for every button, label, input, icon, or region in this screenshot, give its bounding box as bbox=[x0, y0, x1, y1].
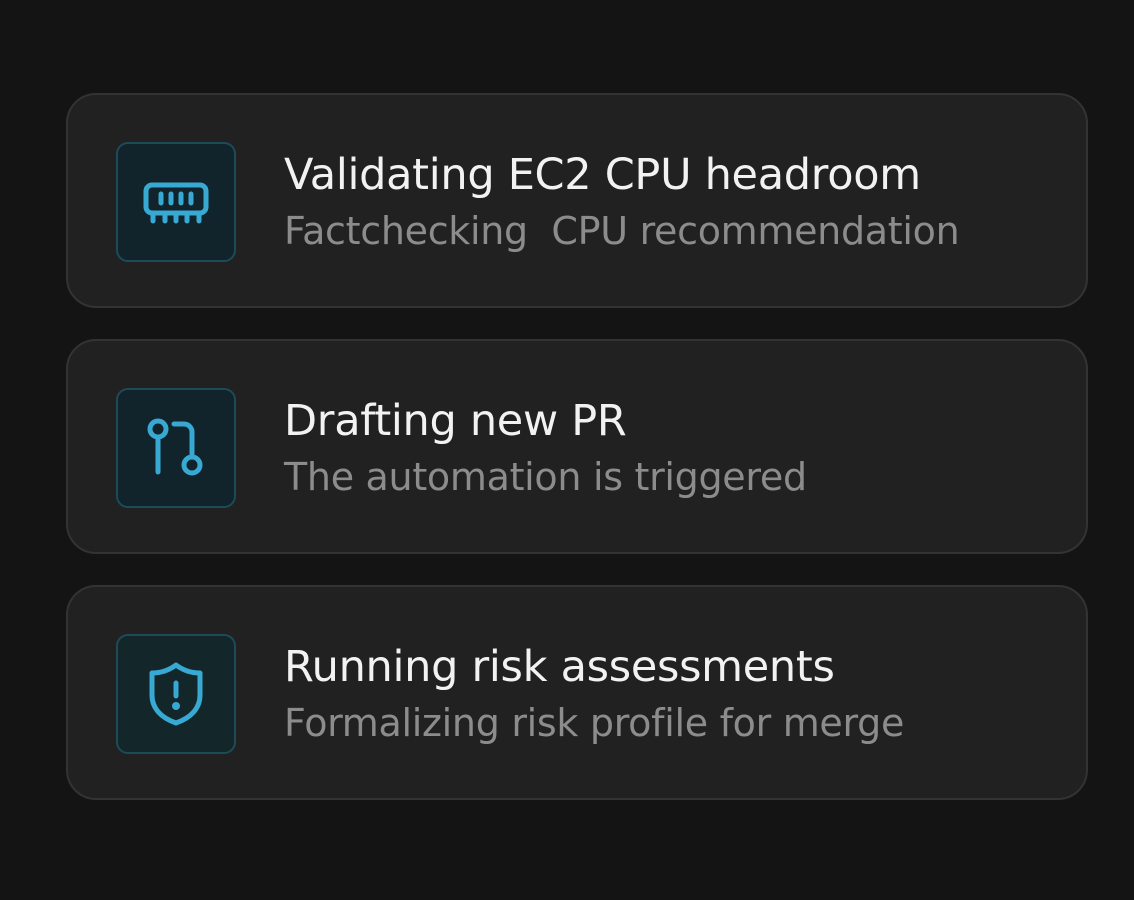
task-list: Validating EC2 CPU headroom Factchecking… bbox=[66, 93, 1088, 831]
task-card-risk-assessment[interactable]: Running risk assessments Formalizing ris… bbox=[66, 585, 1088, 800]
task-card-drafting-pr[interactable]: Drafting new PR The automation is trigge… bbox=[66, 339, 1088, 554]
task-title: Running risk assessments bbox=[284, 642, 835, 692]
task-subtitle: The automation is triggered bbox=[284, 455, 807, 499]
task-title: Drafting new PR bbox=[284, 396, 627, 446]
task-title: Validating EC2 CPU headroom bbox=[284, 150, 921, 200]
memory-chip-icon bbox=[143, 182, 209, 224]
task-icon-container bbox=[116, 142, 236, 262]
task-icon-container bbox=[116, 634, 236, 754]
task-subtitle: Factchecking CPU recommendation bbox=[284, 209, 960, 253]
shield-alert-icon bbox=[149, 662, 203, 726]
task-subtitle: Formalizing risk profile for merge bbox=[284, 701, 905, 745]
task-card-validating-cpu[interactable]: Validating EC2 CPU headroom Factchecking… bbox=[66, 93, 1088, 308]
git-pull-request-icon bbox=[147, 418, 203, 476]
task-icon-container bbox=[116, 388, 236, 508]
